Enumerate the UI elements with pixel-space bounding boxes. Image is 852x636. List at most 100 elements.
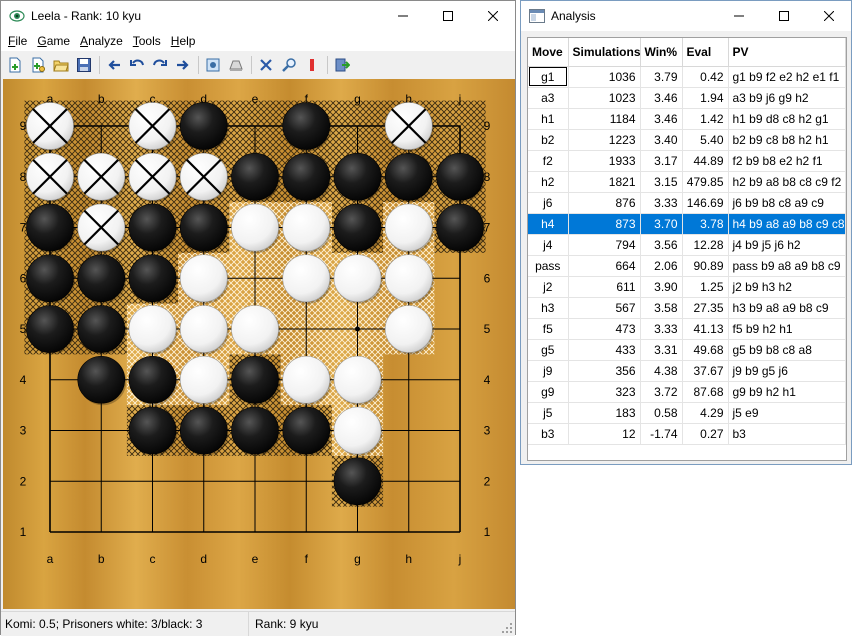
column-header-eval[interactable]: Eval [682, 38, 729, 67]
column-header-simulations[interactable]: Simulations [568, 38, 641, 67]
black-stone[interactable] [282, 102, 331, 150]
maximize-button[interactable] [425, 1, 470, 31]
settings-icon[interactable] [202, 54, 224, 76]
analysis-close-button[interactable] [806, 1, 851, 31]
black-stone[interactable] [128, 406, 177, 455]
table-row[interactable]: g1 1036 3.79 0.42 g1 b9 f2 e2 h2 e1 f1 [528, 66, 846, 88]
flag-icon[interactable] [301, 54, 323, 76]
table-row[interactable]: j2 611 3.90 1.25 j2 b9 h3 h2 [528, 276, 846, 298]
column-header-win-pct[interactable]: Win% [640, 38, 683, 67]
row-label: 1 [484, 525, 491, 539]
black-stone[interactable] [179, 203, 228, 252]
black-stone[interactable] [77, 355, 126, 404]
resize-grip-icon[interactable] [501, 622, 513, 634]
score-icon[interactable] [225, 54, 247, 76]
white-stone[interactable] [384, 305, 433, 353]
table-row[interactable]: j9 356 4.38 37.67 j9 b9 g5 j6 [528, 360, 846, 382]
go-board[interactable]: aabbccddeeffgghhjj998877665544332211 [3, 79, 515, 609]
white-stone[interactable] [384, 203, 433, 252]
save-file-icon[interactable] [73, 54, 95, 76]
white-stone[interactable] [282, 254, 331, 303]
black-stone[interactable] [282, 406, 331, 455]
minimize-button[interactable] [380, 1, 425, 31]
white-stone[interactable] [384, 254, 433, 303]
table-row[interactable]: j6 876 3.33 146.69 j6 b9 b8 c8 a9 c9 [528, 192, 846, 214]
black-stone[interactable] [26, 254, 74, 303]
white-stone[interactable] [282, 203, 331, 252]
table-row[interactable]: g9 323 3.72 87.68 g9 b9 h2 h1 [528, 381, 846, 403]
column-header-move[interactable]: Move [528, 38, 569, 67]
black-stone[interactable] [231, 152, 279, 201]
black-stone[interactable] [179, 406, 228, 455]
table-row[interactable]: g5 433 3.31 49.68 g5 b9 b8 c8 a8 [528, 339, 846, 361]
table-row[interactable]: f5 473 3.33 41.13 f5 b9 h2 h1 [528, 318, 846, 340]
back-icon[interactable] [103, 54, 125, 76]
new-game-icon[interactable] [4, 54, 26, 76]
black-stone[interactable] [282, 152, 331, 201]
exit-icon[interactable] [331, 54, 353, 76]
table-row[interactable]: h3 567 3.58 27.35 h3 b9 a8 a9 b8 c9 [528, 297, 846, 319]
black-stone[interactable] [333, 457, 382, 506]
table-row[interactable]: j5 183 0.58 4.29 j5 e9 [528, 402, 846, 424]
black-stone[interactable] [231, 406, 279, 455]
undo-icon[interactable] [126, 54, 148, 76]
table-row[interactable]: a3 1023 3.46 1.94 a3 b9 j6 g9 h2 [528, 87, 846, 109]
cell-win-pct: 3.56 [640, 234, 683, 256]
go-board-canvas[interactable]: aabbccddeeffgghhjj9 98 87 76 65 54 43 32 21 1 [3, 79, 515, 609]
menu-help[interactable]: Help [166, 34, 201, 48]
table-row[interactable]: j4 794 3.56 12.28 j4 b9 j5 j6 h2 [528, 234, 846, 256]
white-stone[interactable] [128, 305, 177, 353]
analysis-table: Move Simulations Win% Eval PV g1 1036 3.79 0.42… [528, 38, 846, 445]
white-stone[interactable] [231, 203, 279, 252]
column-header-pv[interactable]: PV [728, 38, 846, 67]
white-stone[interactable] [179, 355, 228, 404]
black-stone[interactable] [231, 355, 279, 404]
black-stone[interactable] [179, 102, 228, 150]
white-stone[interactable] [333, 406, 382, 455]
black-stone[interactable] [333, 152, 382, 201]
analysis-titlebar[interactable]: Analysis [521, 1, 851, 31]
black-stone[interactable] [436, 152, 484, 201]
black-stone[interactable] [26, 305, 74, 353]
menu-analyze[interactable]: Analyze [75, 34, 128, 48]
table-row[interactable]: pass 664 2.06 90.89 pass b9 a8 a9 b8 c9 [528, 255, 846, 277]
black-stone[interactable] [128, 254, 177, 303]
table-row[interactable]: b3 12 -1.74 0.27 b3 [528, 423, 846, 445]
analysis-maximize-button[interactable] [761, 1, 806, 31]
menu-game[interactable]: Game [32, 34, 75, 48]
black-stone[interactable] [436, 203, 484, 252]
white-stone[interactable] [282, 355, 331, 404]
black-stone[interactable] [77, 254, 126, 303]
new-game-settings-icon[interactable] [27, 54, 49, 76]
redo-icon[interactable] [149, 54, 171, 76]
leela-titlebar[interactable]: Leela - Rank: 10 kyu [1, 1, 515, 31]
analysis-table-container[interactable]: Move Simulations Win% Eval PV g1 1036 3.79 0.42… [527, 37, 847, 461]
black-stone[interactable] [333, 203, 382, 252]
menu-tools[interactable]: Tools [128, 34, 166, 48]
black-stone[interactable] [77, 305, 126, 353]
black-stone[interactable] [128, 355, 177, 404]
open-file-icon[interactable] [50, 54, 72, 76]
black-stone[interactable] [384, 152, 433, 201]
table-row[interactable]: h1 1184 3.46 1.42 h1 b9 d8 c8 h2 g1 [528, 108, 846, 130]
white-stone[interactable] [179, 254, 228, 303]
analysis-minimize-button[interactable] [716, 1, 761, 31]
menu-file[interactable]: File [3, 34, 32, 48]
close-button[interactable] [470, 1, 515, 31]
cell-simulations: 664 [568, 255, 641, 277]
table-row[interactable]: f2 1933 3.17 44.89 f2 b9 b8 e2 h2 f1 [528, 150, 846, 172]
table-row[interactable]: h2 1821 3.15 479.85 h2 b9 a8 b8 c8 c9 f2 [528, 171, 846, 193]
black-stone[interactable] [26, 203, 74, 252]
table-row[interactable]: b2 1223 3.40 5.40 b2 b9 c8 b8 h2 h1 [528, 129, 846, 151]
black-stone[interactable] [128, 203, 177, 252]
cell-move: j9 [528, 360, 569, 382]
white-stone[interactable] [231, 305, 279, 353]
forward-icon[interactable] [172, 54, 194, 76]
white-stone[interactable] [179, 305, 228, 353]
analyze-icon[interactable] [278, 54, 300, 76]
table-row[interactable]: h4 873 3.70 3.78 h4 b9 a8 a9 b8 c9 c8 [528, 213, 846, 235]
white-stone[interactable] [333, 254, 382, 303]
white-stone[interactable] [333, 355, 382, 404]
resign-icon[interactable] [255, 54, 277, 76]
cell-simulations: 1184 [568, 108, 641, 130]
